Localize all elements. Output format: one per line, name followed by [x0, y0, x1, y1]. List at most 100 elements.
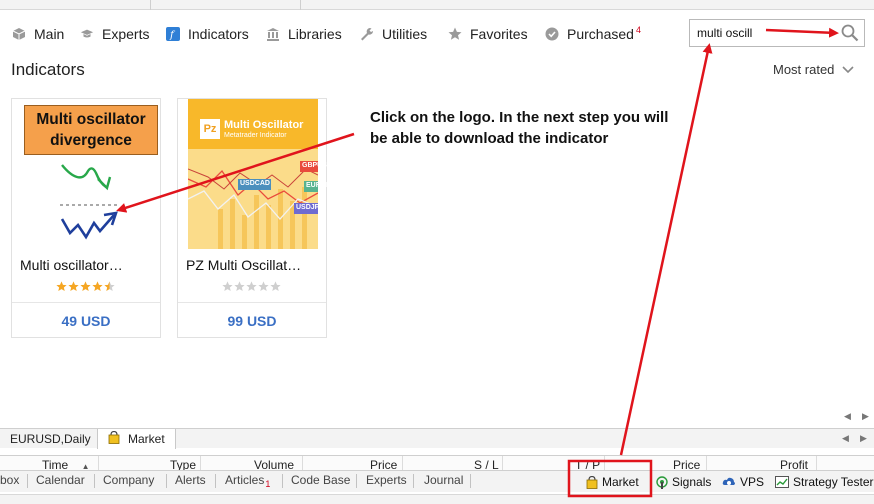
- card-divider: [12, 302, 160, 303]
- chevron-down-icon: [842, 65, 854, 73]
- tab-divider: [27, 474, 28, 488]
- tab-divider: [282, 474, 283, 488]
- function-icon: f: [166, 27, 180, 41]
- nav-indicators-label: Indicators: [188, 26, 249, 42]
- tab-code-base[interactable]: Code Base: [291, 473, 350, 487]
- nav-experts-label: Experts: [102, 26, 150, 42]
- tab-strategy-tester[interactable]: Strategy Tester: [775, 475, 873, 489]
- rating-stars: [56, 281, 115, 292]
- pair-label: GBPUSD: [302, 162, 332, 169]
- pair-label: EURCHF: [306, 182, 336, 189]
- star-icon: [258, 281, 269, 292]
- star-icon: [56, 281, 67, 292]
- product-card-pz-multi-oscillator[interactable]: Pz Multi Oscillator Metatrader Indicator…: [177, 98, 335, 338]
- vps-cloud-icon: [722, 476, 736, 488]
- tab-eurusd-daily[interactable]: EURUSD,Daily: [0, 429, 101, 449]
- product-card-multi-oscillator[interactable]: Multi oscillator divergence Multi oscill…: [11, 98, 161, 338]
- chart-tab-bar: EURUSD,Daily Market ◀ ▶: [0, 428, 874, 449]
- star-icon: [104, 281, 115, 292]
- toolbox-tabs: box Calendar Company Alerts Articles1 Co…: [0, 470, 874, 492]
- library-icon: [266, 27, 280, 41]
- tab-market-toolbox[interactable]: Market: [586, 475, 639, 489]
- tab-divider: [470, 474, 471, 488]
- tab-experts-log[interactable]: Experts: [366, 473, 407, 487]
- search-icon[interactable]: [840, 23, 860, 43]
- star-icon: [270, 281, 281, 292]
- scroll-right-icon[interactable]: ▶: [862, 411, 869, 422]
- shopping-bag-icon: [108, 430, 120, 447]
- logo-subtitle: Metatrader Indicator: [224, 132, 287, 139]
- product-logo[interactable]: Multi oscillator divergence: [22, 99, 158, 249]
- tab-mailbox[interactable]: box: [0, 473, 19, 487]
- nav-main-label: Main: [34, 26, 65, 42]
- card-divider: [178, 302, 326, 303]
- sort-dropdown[interactable]: Most rated: [773, 62, 854, 77]
- tab-divider: [94, 474, 95, 488]
- tab-divider: [215, 474, 216, 488]
- tab-alerts[interactable]: Alerts: [175, 473, 206, 487]
- graduation-cap-icon: [80, 27, 94, 41]
- instruction-annotation: Click on the logo. In the next step you …: [370, 109, 669, 147]
- tab-vps[interactable]: VPS: [722, 475, 764, 489]
- scroll-left-icon[interactable]: ◀: [844, 411, 851, 422]
- strip-divider: [150, 0, 151, 10]
- status-bar: [0, 494, 874, 504]
- page-title: Indicators: [11, 60, 85, 79]
- star-icon: [68, 281, 79, 292]
- pz-logo-badge: Pz: [200, 119, 220, 139]
- horizontal-scrollbar[interactable]: ◀ ▶: [0, 408, 874, 424]
- divergence-illustration: [60, 164, 118, 240]
- nav-experts[interactable]: Experts: [80, 24, 149, 44]
- tab-scroll-left-icon[interactable]: ◀: [842, 433, 849, 444]
- shopping-bag-icon: [586, 475, 598, 489]
- top-window-strip: [0, 0, 874, 10]
- signal-antenna-icon: [656, 475, 668, 489]
- star-icon: [222, 281, 233, 292]
- product-name[interactable]: PZ Multi Oscillat…: [186, 257, 320, 273]
- product-logo[interactable]: Pz Multi Oscillator Metatrader Indicator…: [188, 99, 335, 249]
- star-icon: [92, 281, 103, 292]
- star-icon: [80, 281, 91, 292]
- logo-title-line2: divergence: [50, 132, 132, 149]
- purchased-count-badge: 4: [635, 25, 641, 35]
- nav-utilities-label: Utilities: [382, 26, 428, 42]
- tab-company[interactable]: Company: [103, 473, 154, 487]
- logo-title: Multi Oscillator: [224, 119, 304, 131]
- nav-favorites[interactable]: Favorites: [448, 24, 528, 44]
- tab-articles-label: Articles: [225, 473, 265, 487]
- nav-utilities[interactable]: Utilities: [360, 24, 427, 44]
- nav-libraries[interactable]: Libraries: [266, 24, 342, 44]
- wrench-icon: [360, 27, 374, 41]
- rating-stars: [222, 281, 281, 292]
- logo-title-line1: Multi oscillator: [36, 111, 146, 128]
- tab-market[interactable]: Market: [97, 429, 176, 449]
- product-price[interactable]: 99 USD: [178, 313, 326, 329]
- tab-scroll-right-icon[interactable]: ▶: [860, 433, 867, 444]
- nav-indicators[interactable]: f Indicators: [166, 24, 249, 44]
- nav-purchased[interactable]: Purchased 4: [545, 24, 641, 44]
- search-input[interactable]: [697, 25, 827, 41]
- tab-divider: [166, 474, 167, 488]
- cube-icon: [12, 27, 26, 41]
- sort-label: Most rated: [773, 62, 835, 77]
- star-icon: [234, 281, 245, 292]
- nav-libraries-label: Libraries: [288, 26, 342, 42]
- articles-count-badge: 1: [265, 479, 271, 489]
- check-circle-icon: [545, 27, 559, 41]
- tab-calendar[interactable]: Calendar: [36, 473, 85, 487]
- tab-articles[interactable]: Articles1: [225, 473, 271, 489]
- star-icon: [246, 281, 257, 292]
- tab-label: Market: [128, 432, 165, 446]
- product-name[interactable]: Multi oscillator…: [20, 257, 154, 273]
- product-price[interactable]: 49 USD: [12, 313, 160, 329]
- nav-main[interactable]: Main: [12, 24, 64, 44]
- tab-strategy-tester-label: Strategy Tester: [793, 475, 874, 489]
- nav-favorites-label: Favorites: [470, 26, 528, 42]
- tab-divider: [356, 474, 357, 488]
- search-box[interactable]: [689, 19, 865, 47]
- star-icon: [448, 27, 462, 41]
- tab-signals[interactable]: Signals: [656, 475, 711, 489]
- tab-label: EURUSD,Daily: [10, 432, 91, 446]
- tab-journal[interactable]: Journal: [424, 473, 463, 487]
- logo-title-box: Multi oscillator divergence: [24, 105, 158, 155]
